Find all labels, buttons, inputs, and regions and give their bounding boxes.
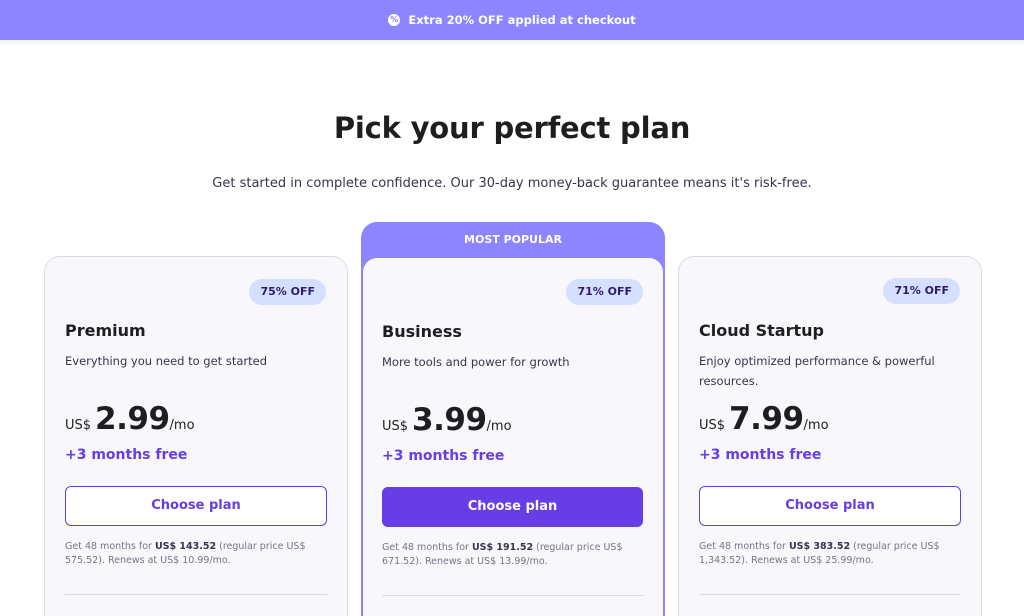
price-currency: US$	[382, 419, 409, 434]
fine-print-total: US$ 191.52	[471, 542, 534, 553]
plan-price: US$ 7.99 /mo	[699, 401, 829, 437]
discount-badge: 71% OFF	[566, 279, 643, 305]
promo-shadow	[0, 40, 1024, 46]
discount-badge: 71% OFF	[883, 278, 960, 304]
plan-bonus: +3 months free	[382, 448, 505, 464]
promo-text: Extra 20% OFF applied at checkout	[408, 13, 636, 27]
fine-print-total: US$ 383.52	[788, 541, 851, 552]
fine-print-total: US$ 143.52	[154, 541, 217, 552]
choose-plan-button-cloud-startup[interactable]: Choose plan	[699, 486, 961, 526]
page-title: Pick your perfect plan	[333, 111, 691, 145]
choose-plan-button-premium[interactable]: Choose plan	[65, 486, 327, 526]
fine-print-prefix: Get 48 months for	[699, 541, 789, 552]
price-period: /mo	[486, 419, 512, 434]
plan-name: Business	[382, 322, 462, 341]
price-currency: US$	[65, 418, 92, 433]
plan-card-business: 71% OFF Business More tools and power fo…	[363, 258, 663, 616]
price-currency: US$	[699, 418, 726, 433]
plan-price: US$ 3.99 /mo	[382, 402, 512, 438]
choose-plan-button-business[interactable]: Choose plan	[382, 487, 643, 527]
plan-bonus: +3 months free	[699, 447, 822, 463]
discount-badge: 75% OFF	[249, 279, 326, 305]
plan-price: US$ 2.99 /mo	[65, 401, 195, 437]
price-period: /mo	[169, 418, 195, 433]
promo-banner: % Extra 20% OFF applied at checkout	[0, 0, 1024, 40]
plan-fine-print: Get 48 months for US$ 143.52 (regular pr…	[65, 540, 327, 568]
plan-fine-print: Get 48 months for US$ 191.52 (regular pr…	[382, 541, 643, 569]
plan-card-premium: 75% OFF Premium Everything you need to g…	[44, 256, 348, 616]
plan-description: Enjoy optimized performance & powerful r…	[699, 354, 935, 388]
plan-card-cloud-startup: 71% OFF Cloud Startup Enjoy optimized pe…	[678, 256, 982, 616]
price-amount: 3.99	[412, 402, 487, 438]
page-subtitle: Get started in complete confidence. Our …	[212, 176, 812, 191]
plan-description: Everything you need to get started	[65, 354, 267, 368]
plan-bonus: +3 months free	[65, 447, 188, 463]
card-divider	[382, 595, 643, 596]
price-amount: 2.99	[95, 401, 170, 437]
most-popular-label: MOST POPULAR	[464, 233, 562, 246]
fine-print-prefix: Get 48 months for	[382, 542, 472, 553]
card-divider	[699, 594, 961, 595]
fine-print-prefix: Get 48 months for	[65, 541, 155, 552]
price-period: /mo	[803, 418, 829, 433]
percent-badge-icon: %	[388, 14, 401, 26]
plan-name: Premium	[65, 321, 146, 340]
price-amount: 7.99	[729, 401, 804, 437]
plan-fine-print: Get 48 months for US$ 383.52 (regular pr…	[699, 540, 961, 568]
card-divider	[65, 594, 327, 595]
plan-description: More tools and power for growth	[382, 355, 570, 369]
plan-name: Cloud Startup	[699, 321, 824, 340]
